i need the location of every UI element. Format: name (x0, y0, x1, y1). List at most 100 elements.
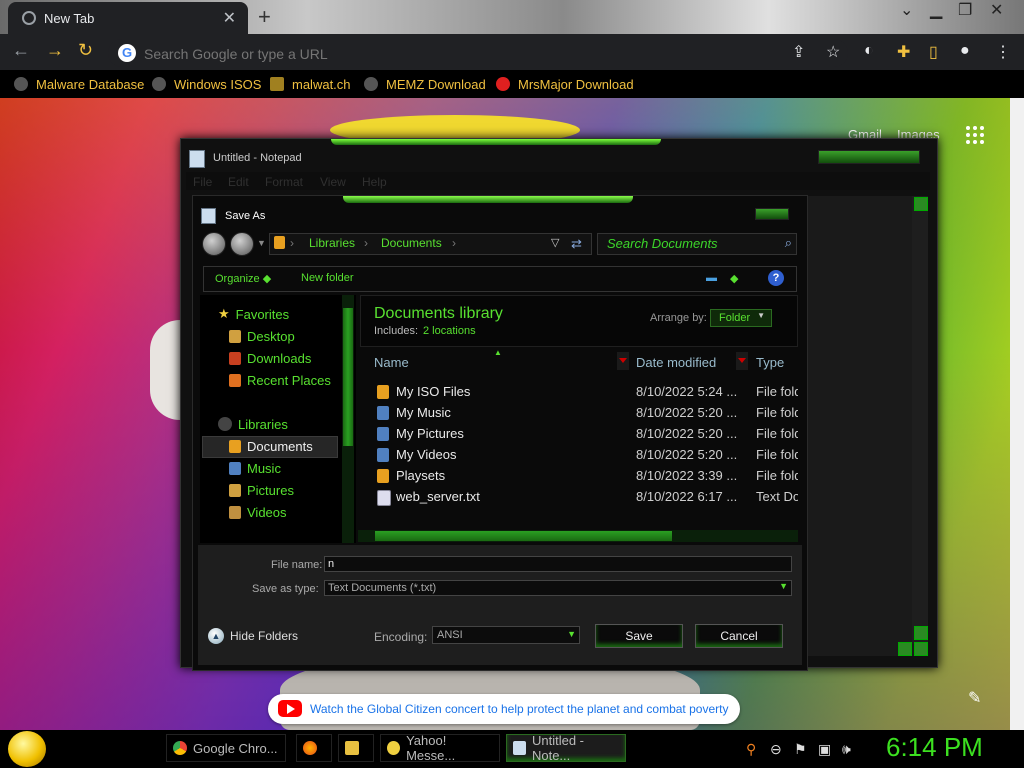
menu-file[interactable]: File (193, 175, 212, 189)
flag-tray-icon[interactable]: ⚑ (794, 741, 807, 758)
column-dropdown-icon[interactable] (617, 352, 629, 370)
menu-kebab-icon[interactable]: ⋮ (995, 42, 1011, 62)
start-button[interactable] (8, 731, 46, 767)
bookmark-malwatch[interactable]: malwat.ch (270, 74, 351, 94)
taskbar-yahoo-messenger[interactable]: Yahoo! Messe... (380, 733, 500, 763)
side-panel-icon[interactable]: ▯ (929, 42, 938, 62)
notepad-scrollbar[interactable] (912, 196, 928, 644)
file-row[interactable]: Playsets8/10/2022 3:39 ...File folder (374, 466, 798, 486)
nav-libraries[interactable]: Libraries (218, 414, 288, 434)
bookmark-windows-isos[interactable]: Windows ISOS (152, 74, 261, 94)
arrange-by-dropdown[interactable]: Folder ▼ (710, 309, 772, 327)
bookmark-mrsmajor-download[interactable]: MrsMajor Download (496, 74, 634, 94)
search-documents-input[interactable]: Search Documents ⌕ (597, 233, 797, 255)
menu-help[interactable]: Help (362, 175, 387, 189)
nav-desktop[interactable]: Desktop (229, 326, 295, 346)
page-scrollbar[interactable] (1010, 98, 1024, 730)
help-button[interactable]: ? (768, 270, 784, 286)
address-dropdown-icon[interactable]: ▽ (551, 236, 559, 249)
network-tray-icon[interactable]: ▣ (818, 741, 831, 758)
hscroll-thumb[interactable] (375, 531, 672, 541)
file-row[interactable]: My Music8/10/2022 5:20 ...File folder (374, 403, 798, 423)
file-row[interactable]: My ISO Files8/10/2022 5:24 ...File folde… (374, 382, 798, 402)
extensions-icon[interactable]: ✚ (897, 42, 910, 62)
organize-button[interactable]: Organize ◆ (215, 272, 271, 285)
menu-view[interactable]: View (320, 175, 346, 189)
bookmark-star-icon[interactable]: ☆ (826, 42, 840, 62)
notepad-text-area[interactable] (800, 196, 928, 656)
column-name[interactable]: Name (374, 355, 409, 370)
chevron-down-icon[interactable]: ⌄ (900, 0, 913, 20)
nav-scroll-thumb[interactable] (343, 308, 353, 446)
size-grip[interactable] (914, 642, 928, 656)
new-tab-button[interactable]: + (258, 4, 271, 30)
scroll-up-button[interactable] (914, 197, 928, 211)
youtube-icon (278, 700, 302, 717)
nav-music[interactable]: Music (229, 458, 281, 478)
share-icon[interactable]: ⇪ (792, 42, 805, 62)
save-as-type-select[interactable]: Text Documents (*.txt) ▼ (324, 580, 792, 596)
back-arrow-icon[interactable] (202, 232, 226, 256)
hide-folders-button[interactable]: ▲ Hide Folders (208, 628, 298, 644)
nav-documents[interactable]: Documents (229, 436, 313, 456)
profile-flag-icon[interactable]: ◐ (864, 42, 874, 60)
bookmark-malware-database[interactable]: Malware Database (14, 74, 144, 94)
close-window-button[interactable]: ✕ (990, 0, 1003, 20)
scroll-down-button[interactable] (914, 626, 928, 640)
maximize-button[interactable]: ❐ (958, 0, 972, 20)
view-dropdown-icon[interactable]: ◆ (730, 272, 738, 285)
forward-button[interactable]: → (46, 40, 64, 61)
back-button[interactable]: ← (12, 40, 30, 61)
nav-pictures[interactable]: Pictures (229, 480, 294, 500)
column-type[interactable]: Type (756, 355, 784, 370)
customize-pencil-icon[interactable]: ✎ (968, 688, 981, 708)
file-row[interactable]: web_server.txt8/10/2022 6:17 ...Text Doc… (374, 487, 798, 507)
profile-avatar-icon[interactable]: ● (960, 42, 970, 60)
breadcrumb-documents[interactable]: Documents (381, 236, 442, 250)
menu-format[interactable]: Format (265, 175, 303, 189)
dialog-close-button[interactable] (755, 208, 789, 220)
nav-downloads[interactable]: Downloads (229, 348, 311, 368)
nav-favorites[interactable]: ★ Favorites (218, 304, 289, 324)
refresh-icon[interactable]: ⇄ (571, 236, 582, 252)
forward-arrow-icon[interactable] (230, 232, 254, 256)
nav-videos[interactable]: Videos (229, 502, 287, 522)
view-options-icon[interactable]: ▬ (706, 272, 717, 284)
omnibox[interactable]: G (108, 39, 848, 67)
column-date-modified[interactable]: Date modified (636, 355, 716, 370)
scroll-right-button[interactable] (898, 642, 912, 656)
taskbar-firefox[interactable] (296, 734, 332, 762)
bookmark-memz-download[interactable]: MEMZ Download (364, 74, 486, 94)
encoding-select[interactable]: ANSI ▼ (432, 626, 580, 644)
cancel-button[interactable]: Cancel (695, 624, 783, 648)
column-dropdown-icon[interactable] (736, 352, 748, 370)
menu-edit[interactable]: Edit (228, 175, 249, 189)
volume-tray-icon[interactable]: 🕪 (842, 741, 851, 758)
taskbar-explorer[interactable] (338, 734, 374, 762)
taskbar-notepad[interactable]: Untitled - Note... (506, 733, 626, 763)
taskbar-chrome[interactable]: Google Chro... (166, 734, 286, 762)
search-tray-icon[interactable]: ⚲ (746, 741, 756, 758)
notepad-window-controls[interactable] (818, 150, 920, 164)
file-row[interactable]: My Pictures8/10/2022 5:20 ...File folder (374, 424, 798, 444)
promo-banner[interactable]: Watch the Global Citizen concert to help… (268, 694, 740, 724)
tab-new-tab[interactable]: New Tab ✕ (8, 2, 248, 34)
file-name-input[interactable] (324, 556, 792, 572)
reload-button[interactable]: ↻ (78, 40, 93, 61)
minus-tray-icon[interactable]: ⊖ (770, 741, 782, 758)
taskbar-clock[interactable]: 6:14 PM (886, 732, 983, 763)
minimize-button[interactable]: ▁ (930, 0, 942, 20)
save-button[interactable]: Save (595, 624, 683, 648)
new-folder-button[interactable]: New folder (301, 272, 354, 284)
search-placeholder: Search Documents (607, 236, 718, 251)
omnibox-input[interactable] (142, 43, 746, 65)
history-dropdown-icon[interactable]: ▼ (257, 238, 266, 248)
folder-icon (345, 741, 359, 755)
locations-link[interactable]: 2 locations (423, 325, 476, 337)
nav-recent-places[interactable]: Recent Places (229, 370, 331, 390)
breadcrumb-libraries[interactable]: Libraries (309, 236, 355, 250)
close-tab-icon[interactable]: ✕ (223, 8, 236, 28)
desktop-icon (229, 329, 241, 343)
apps-grid-icon[interactable] (966, 126, 984, 144)
file-row[interactable]: My Videos8/10/2022 5:20 ...File folder (374, 445, 798, 465)
